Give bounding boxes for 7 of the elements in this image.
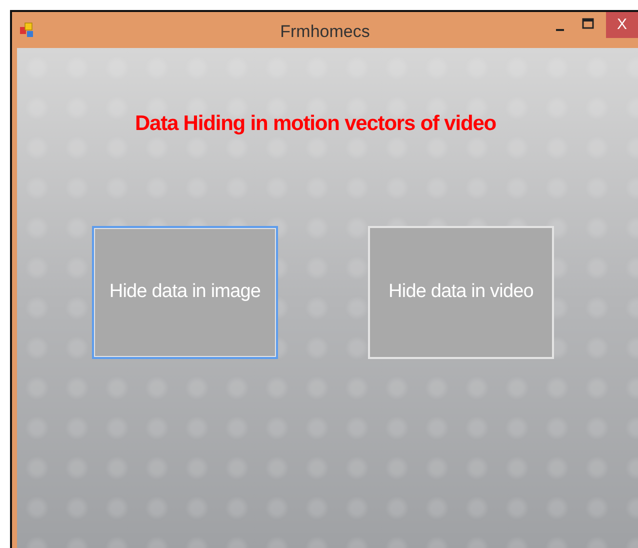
window-title: Frmhomecs — [280, 21, 370, 43]
hide-data-button[interactable]: Hide data in video — [368, 226, 554, 358]
maximize-icon[interactable] — [582, 18, 594, 30]
app-icon — [19, 22, 35, 38]
heading: Data Hiding in motion vectors of video — [134, 111, 498, 137]
close-button[interactable]: X — [606, 12, 638, 38]
hide-data-button[interactable]: Hide data in image — [92, 226, 278, 358]
